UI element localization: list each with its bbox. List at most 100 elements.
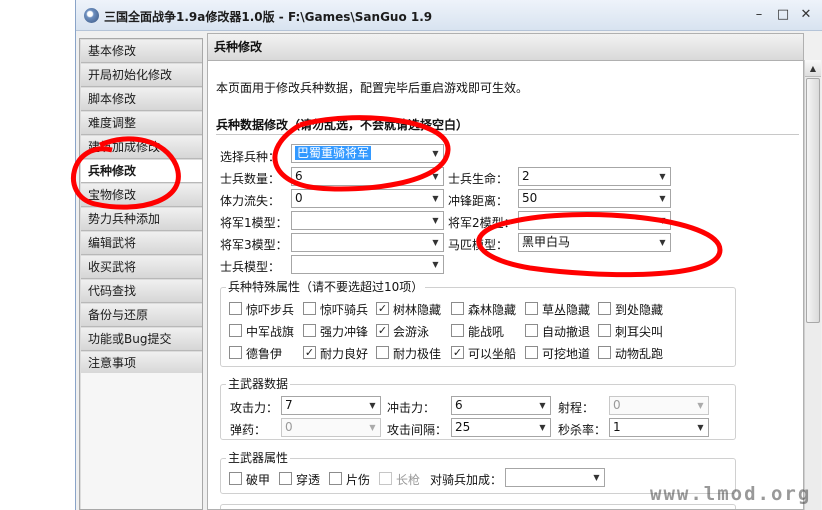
primary-weapon-data-title: 主武器数据 bbox=[226, 375, 291, 392]
instant-kill-label: 秒杀率： bbox=[558, 423, 607, 437]
sidebar-item-faction-unit-add[interactable]: 势力兵种添加 bbox=[81, 208, 202, 231]
sidebar-item-basic[interactable]: 基本修改 bbox=[81, 40, 202, 63]
attr-checkbox[interactable]: ✓ bbox=[376, 324, 389, 337]
attr-checkbox[interactable] bbox=[229, 302, 242, 315]
sidebar-item-difficulty[interactable]: 难度调整 bbox=[81, 112, 202, 135]
attr-checkbox[interactable] bbox=[451, 302, 464, 315]
general2-model-dropdown[interactable]: ▼ bbox=[518, 211, 671, 230]
attr-checkbox[interactable] bbox=[525, 302, 538, 315]
chevron-down-icon: ▼ bbox=[659, 238, 666, 247]
charge-distance-dropdown[interactable]: 50 ▼ bbox=[518, 189, 671, 208]
sidebar-item-code-search[interactable]: 代码查找 bbox=[81, 280, 202, 303]
horse-model-dropdown[interactable]: 黑甲白马 ▼ bbox=[518, 233, 671, 252]
general3-model-dropdown[interactable]: ▼ bbox=[291, 233, 444, 252]
range-dropdown[interactable]: 0 ▼ bbox=[609, 396, 709, 415]
attr-checkbox[interactable] bbox=[451, 324, 464, 337]
general2-model-label: 将军2模型： bbox=[448, 216, 516, 230]
armor-pierce-label: 破甲 bbox=[246, 473, 271, 487]
cavalry-bonus-dropdown[interactable]: ▼ bbox=[505, 468, 605, 487]
minimize-button[interactable]: – bbox=[749, 6, 769, 24]
chevron-down-icon: ▼ bbox=[659, 194, 666, 203]
app-window: 三国全面战争1.9a修改器1.0版 - F:\Games\SanGuo 1.9 … bbox=[75, 0, 822, 510]
chevron-down-icon: ▼ bbox=[697, 423, 704, 432]
chevron-down-icon: ▼ bbox=[432, 260, 439, 269]
chevron-down-icon: ▼ bbox=[369, 401, 376, 410]
sidebar-item-building-bonus[interactable]: 建筑加成修改 bbox=[81, 136, 202, 159]
instant-kill-dropdown[interactable]: 1 ▼ bbox=[609, 418, 709, 437]
sidebar-item-script[interactable]: 脚本修改 bbox=[81, 88, 202, 111]
sidebar-item-unit[interactable]: 兵种修改 bbox=[81, 160, 202, 183]
page-title: 兵种修改 bbox=[208, 34, 803, 61]
charge-distance-label: 冲锋距离： bbox=[448, 194, 509, 208]
sidebar-item-start-init[interactable]: 开局初始化修改 bbox=[81, 64, 202, 87]
chevron-down-icon: ▼ bbox=[697, 401, 704, 410]
soldier-count-dropdown[interactable]: 6 ▼ bbox=[291, 167, 444, 186]
sidebar-item-bug-report[interactable]: 功能或Bug提交 bbox=[81, 328, 202, 351]
sidebar-item-bribe-general[interactable]: 收买武将 bbox=[81, 256, 202, 279]
attr-checkbox[interactable] bbox=[525, 324, 538, 337]
horse-model-value: 黑甲白马 bbox=[522, 235, 571, 249]
chevron-down-icon: ▼ bbox=[659, 172, 666, 181]
attr-checkbox[interactable]: ✓ bbox=[376, 302, 389, 315]
attr-checkbox[interactable] bbox=[229, 324, 242, 337]
attack-interval-value: 25 bbox=[455, 420, 471, 434]
special-attributes-title: 兵种特殊属性（请不要选超过10项） bbox=[226, 278, 426, 295]
attr-checkbox[interactable]: ✓ bbox=[303, 346, 316, 359]
armor-pierce-checkbox[interactable] bbox=[229, 472, 242, 485]
soldier-hp-dropdown[interactable]: 2 ▼ bbox=[518, 167, 671, 186]
attr-label: 能战吼 bbox=[468, 325, 505, 339]
sidebar-item-backup[interactable]: 备份与还原 bbox=[81, 304, 202, 327]
area-damage-checkbox[interactable] bbox=[329, 472, 342, 485]
attr-checkbox[interactable] bbox=[303, 302, 316, 315]
attr-label: 耐力极佳 bbox=[393, 347, 442, 361]
long-spear-checkbox[interactable] bbox=[379, 472, 392, 485]
attr-checkbox[interactable] bbox=[525, 346, 538, 359]
horse-model-label: 马匹模型： bbox=[448, 238, 509, 252]
attack-dropdown[interactable]: 7 ▼ bbox=[281, 396, 381, 415]
attack-value: 7 bbox=[285, 398, 293, 412]
chevron-down-icon: ▼ bbox=[539, 423, 546, 432]
attr-checkbox[interactable] bbox=[229, 346, 242, 359]
attr-label: 可以坐船 bbox=[468, 347, 517, 361]
attr-label: 草丛隐藏 bbox=[542, 303, 591, 317]
attack-label: 攻击力： bbox=[230, 401, 279, 415]
unit-select-label: 选择兵种： bbox=[220, 150, 281, 164]
range-value: 0 bbox=[613, 398, 621, 412]
attr-label: 中军战旗 bbox=[246, 325, 295, 339]
attr-checkbox[interactable] bbox=[376, 346, 389, 359]
chevron-down-icon: ▼ bbox=[432, 216, 439, 225]
sidebar-item-treasure[interactable]: 宝物修改 bbox=[81, 184, 202, 207]
soldier-model-dropdown[interactable]: ▼ bbox=[291, 255, 444, 274]
scroll-up-arrow-icon[interactable]: ▲ bbox=[805, 60, 821, 77]
scrollbar-thumb[interactable] bbox=[806, 78, 820, 323]
stamina-loss-dropdown[interactable]: 0 ▼ bbox=[291, 189, 444, 208]
attack-interval-dropdown[interactable]: 25 ▼ bbox=[451, 418, 551, 437]
close-button[interactable]: ✕ bbox=[796, 6, 816, 24]
attr-label: 惊吓骑兵 bbox=[320, 303, 369, 317]
maximize-button[interactable]: □ bbox=[773, 6, 793, 24]
impact-value: 6 bbox=[455, 398, 463, 412]
general1-model-label: 将军1模型： bbox=[220, 216, 288, 230]
unit-select-dropdown[interactable]: 巴蜀重骑将军 ▼ bbox=[291, 144, 444, 163]
cavalry-bonus-label: 对骑兵加成： bbox=[430, 473, 503, 487]
attr-label: 惊吓步兵 bbox=[246, 303, 295, 317]
window-title: 三国全面战争1.9a修改器1.0版 - F:\Games\SanGuo 1.9 bbox=[104, 10, 433, 24]
general1-model-dropdown[interactable]: ▼ bbox=[291, 211, 444, 230]
sidebar-item-notes[interactable]: 注意事项 bbox=[81, 352, 202, 375]
ammo-dropdown[interactable]: 0 ▼ bbox=[281, 418, 381, 437]
impact-dropdown[interactable]: 6 ▼ bbox=[451, 396, 551, 415]
attr-checkbox[interactable] bbox=[598, 324, 611, 337]
attr-checkbox[interactable] bbox=[303, 324, 316, 337]
general3-model-label: 将军3模型： bbox=[220, 238, 288, 252]
section-title: 兵种数据修改（请勿乱选，不会就请选择空白） bbox=[216, 118, 469, 132]
attr-checkbox[interactable] bbox=[598, 302, 611, 315]
sidebar-item-edit-general[interactable]: 编辑武将 bbox=[81, 232, 202, 255]
penetrate-checkbox[interactable] bbox=[279, 472, 292, 485]
chevron-down-icon: ▼ bbox=[432, 149, 439, 158]
attr-checkbox[interactable] bbox=[598, 346, 611, 359]
chevron-down-icon: ▼ bbox=[432, 172, 439, 181]
attr-checkbox[interactable]: ✓ bbox=[451, 346, 464, 359]
attr-label: 可挖地道 bbox=[542, 347, 591, 361]
vertical-scrollbar[interactable]: ▲ bbox=[804, 60, 821, 510]
attr-label: 会游泳 bbox=[393, 325, 430, 339]
